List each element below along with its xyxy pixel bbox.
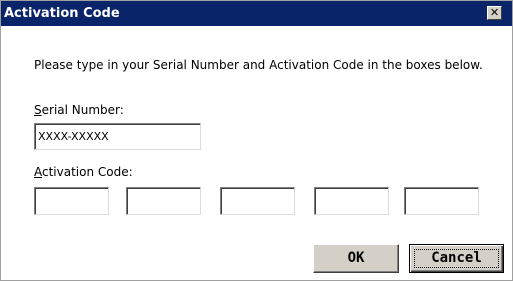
instructions-text: Please type in your Serial Number and Ac… [34, 58, 483, 72]
activation-dialog: Activation Code ✕ Please type in your Se… [0, 0, 513, 281]
activation-code-box-4[interactable] [314, 187, 389, 215]
close-button[interactable]: ✕ [487, 6, 502, 20]
close-icon: ✕ [489, 6, 500, 19]
activation-code-box-5[interactable] [404, 187, 479, 215]
activation-code-label: Activation Code: [34, 165, 133, 180]
title-bar: Activation Code ✕ [1, 1, 512, 26]
activation-code-box-2[interactable] [126, 187, 201, 215]
dialog-title: Activation Code [4, 6, 120, 21]
serial-number-input[interactable] [34, 123, 201, 150]
cancel-button[interactable]: Cancel [409, 244, 504, 273]
serial-number-label-rest: erial Number: [41, 103, 124, 117]
activation-code-box-1[interactable] [34, 187, 109, 215]
serial-number-label: Serial Number: [34, 103, 124, 118]
cancel-button-label: Cancel [431, 250, 482, 266]
activation-code-label-mnemonic: A [34, 165, 42, 179]
activation-code-label-rest: ctivation Code: [42, 165, 133, 179]
serial-number-label-mnemonic: S [34, 103, 42, 117]
ok-button[interactable]: OK [313, 244, 399, 273]
activation-code-box-3[interactable] [220, 187, 295, 215]
